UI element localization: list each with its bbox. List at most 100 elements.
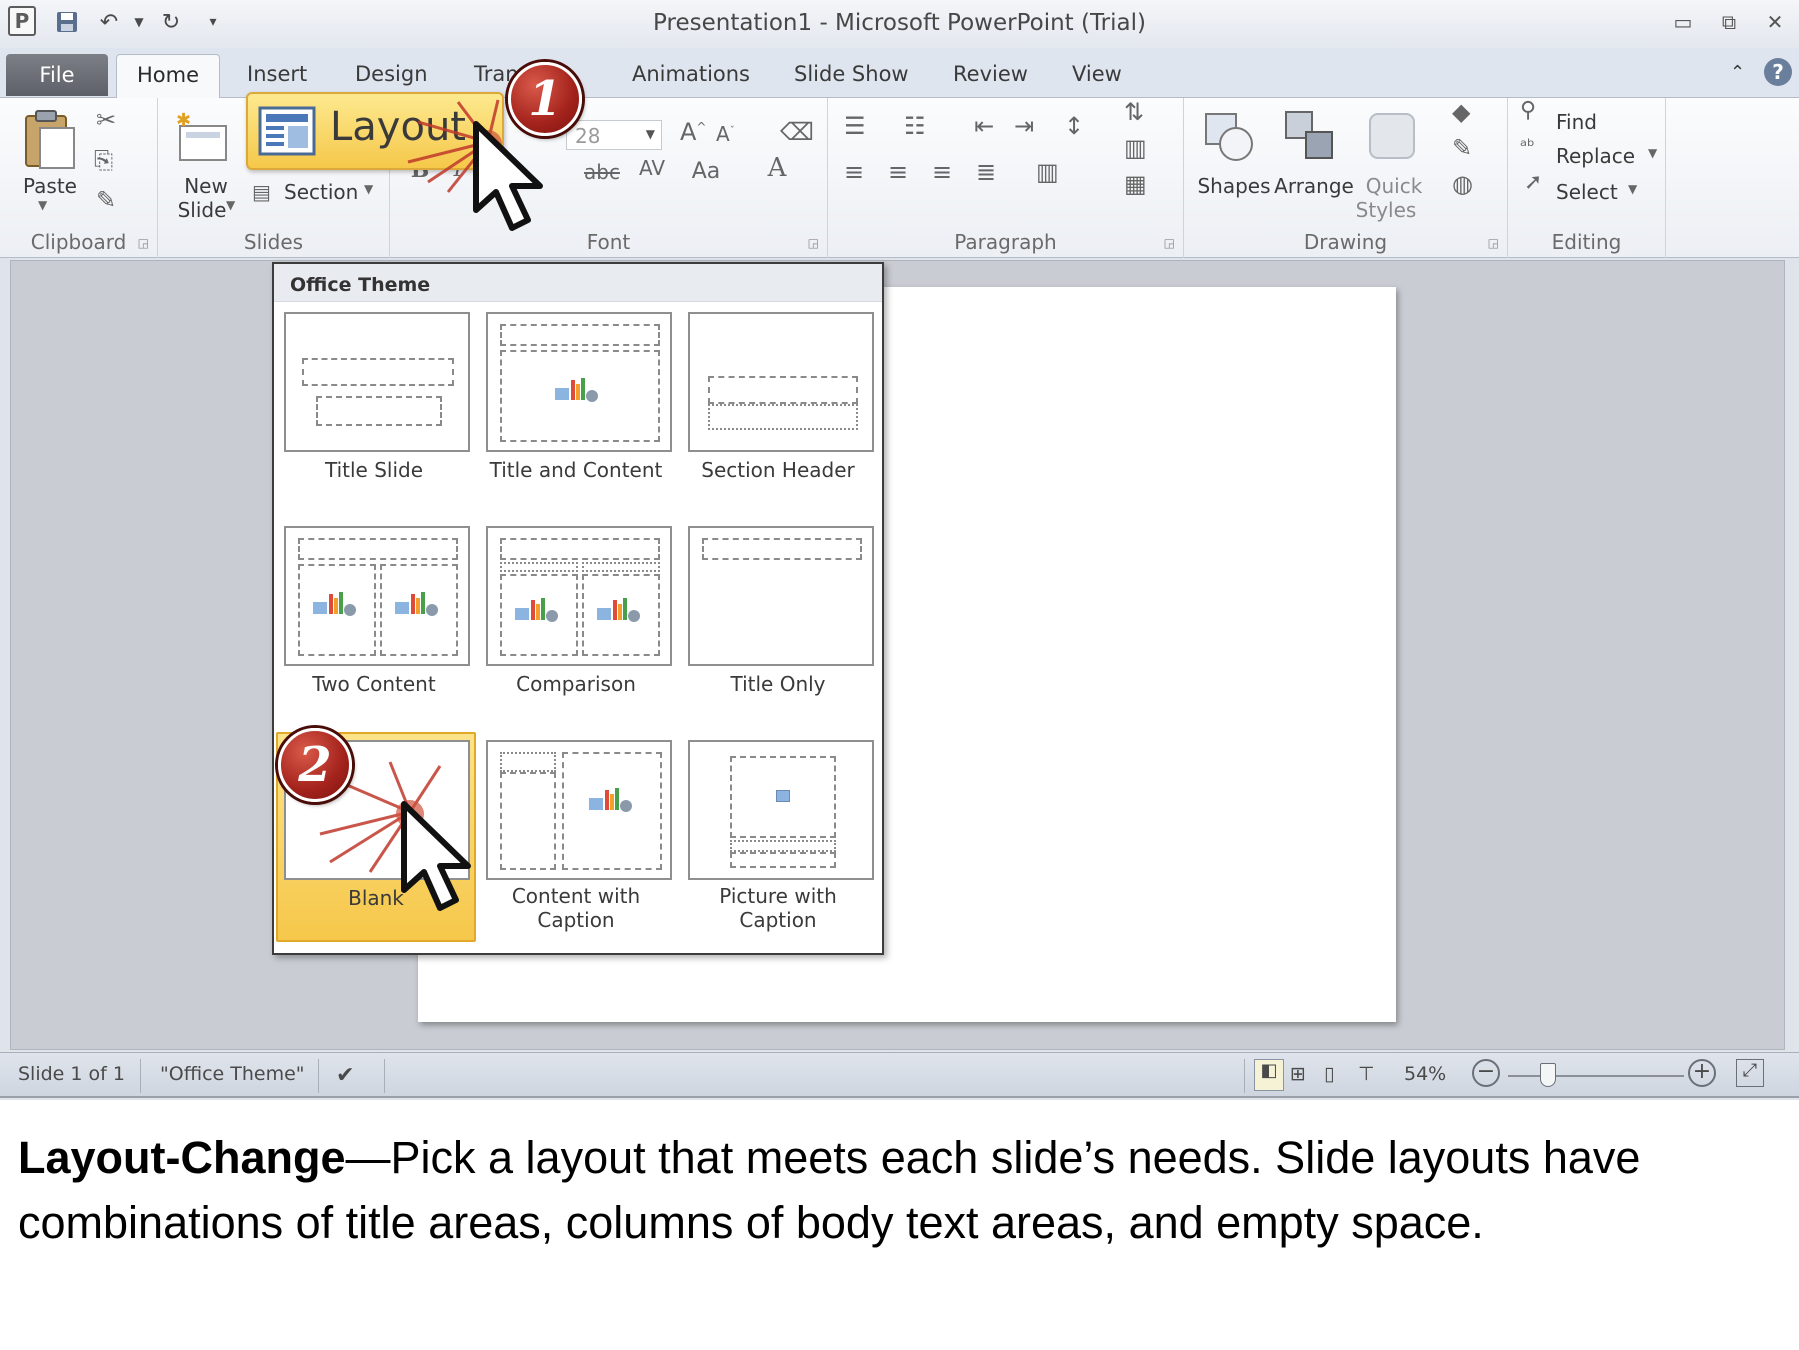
slide-sorter-icon[interactable]: ⊞ xyxy=(1290,1063,1306,1085)
tab-insert[interactable]: Insert xyxy=(247,62,307,86)
layout-two-content[interactable]: Two Content xyxy=(274,520,474,730)
replace-dropdown-icon[interactable]: ▼ xyxy=(1648,146,1657,160)
slideshow-icon[interactable]: ⊤ xyxy=(1358,1063,1375,1085)
decrease-indent-icon[interactable]: ⇤ xyxy=(974,112,994,140)
align-center-icon[interactable]: ≡ xyxy=(888,158,908,186)
tab-file[interactable]: File xyxy=(6,54,108,96)
find-icon[interactable]: ⚲ xyxy=(1520,98,1536,123)
layout-thumbnail xyxy=(688,740,874,880)
arrange-button[interactable]: Arrange xyxy=(1272,174,1356,198)
zoom-in-icon[interactable]: + xyxy=(1688,1059,1716,1087)
restore-icon[interactable]: ⧉ xyxy=(1714,10,1744,36)
tab-design[interactable]: Design xyxy=(355,62,428,86)
shape-effects-icon[interactable]: ◍ xyxy=(1452,170,1473,198)
find-button[interactable]: Find xyxy=(1556,110,1636,134)
content-icons xyxy=(555,378,598,402)
gallery-header: Office Theme xyxy=(274,264,882,302)
columns-icon[interactable]: ▥ xyxy=(1036,158,1059,186)
drawing-launcher-icon[interactable]: ◲ xyxy=(1488,236,1499,250)
numbering-icon[interactable]: ☷ xyxy=(904,112,926,140)
paragraph-group-label: Paragraph xyxy=(954,230,1057,254)
shape-outline-icon[interactable]: ✎ xyxy=(1452,134,1472,162)
layout-name: Title and Content xyxy=(489,458,663,482)
format-painter-icon[interactable]: ✎ xyxy=(96,186,116,214)
cut-icon[interactable]: ✂ xyxy=(96,106,116,134)
increase-indent-icon[interactable]: ⇥ xyxy=(1014,112,1034,140)
new-slide-icon[interactable]: ✱ xyxy=(174,112,230,164)
paragraph-launcher-icon[interactable]: ◲ xyxy=(1164,236,1175,250)
paste-button[interactable]: Paste xyxy=(10,174,90,198)
layout-thumbnail xyxy=(486,312,672,452)
quick-styles-button[interactable]: Quick xyxy=(1352,174,1436,198)
quick-styles-label-line2[interactable]: Styles xyxy=(1344,198,1428,222)
layout-section-header[interactable]: Section Header xyxy=(678,306,878,516)
minimize-ribbon-icon[interactable]: ⌃ xyxy=(1730,62,1745,83)
layout-thumbnail xyxy=(486,526,672,666)
align-left-icon[interactable]: ≡ xyxy=(844,158,864,186)
content-icons xyxy=(515,598,558,622)
layout-title-and-content[interactable]: Title and Content xyxy=(476,306,676,516)
arrange-icon[interactable] xyxy=(1282,108,1338,164)
normal-view-icon[interactable]: ◧ xyxy=(1254,1059,1284,1091)
clipboard-launcher-icon[interactable]: ◲ xyxy=(138,236,149,250)
section-icon[interactable]: ▤ xyxy=(252,180,271,204)
layout-comparison[interactable]: Comparison xyxy=(476,520,676,730)
select-icon[interactable]: ➚ xyxy=(1524,170,1542,195)
replace-icon[interactable]: ᵃᵇ xyxy=(1520,136,1535,157)
copy-icon[interactable]: ⎘ xyxy=(94,146,113,174)
powerpoint-window: P ↶ ▼ ↻ ▾ Presentation1 - Microsoft Powe… xyxy=(0,0,1799,1100)
align-right-icon[interactable]: ≡ xyxy=(932,158,952,186)
paste-icon[interactable] xyxy=(22,108,78,170)
change-case-button[interactable]: Aa xyxy=(686,160,726,184)
tab-animations[interactable]: Animations xyxy=(632,62,750,86)
shapes-icon[interactable] xyxy=(1202,108,1258,164)
fit-to-window-icon[interactable]: ⤢ xyxy=(1736,1059,1764,1087)
layout-title-slide[interactable]: Title Slide xyxy=(274,306,474,516)
smartart-icon[interactable]: ▦ xyxy=(1124,170,1147,198)
tab-slide-show[interactable]: Slide Show xyxy=(794,62,909,86)
minimize-icon[interactable]: ▭ xyxy=(1668,10,1698,36)
strikethrough-button[interactable]: abc xyxy=(582,160,622,184)
content-icons xyxy=(589,788,632,812)
font-color-button[interactable]: A xyxy=(762,155,792,181)
justify-icon[interactable]: ≣ xyxy=(976,158,996,186)
new-slide-button[interactable]: New xyxy=(166,174,246,198)
font-size-dropdown-icon[interactable]: ▼ xyxy=(646,127,655,141)
select-button[interactable]: Select xyxy=(1556,180,1636,204)
font-launcher-icon[interactable]: ◲ xyxy=(808,236,819,250)
layout-thumbnail xyxy=(284,312,470,452)
ribbon-tabs: File Home Insert Design Tran Animations … xyxy=(0,48,1799,98)
shrink-font-icon[interactable]: Aˇ xyxy=(716,122,735,146)
layout-content-with-caption[interactable]: Content with Caption xyxy=(476,734,676,944)
replace-button[interactable]: Replace xyxy=(1556,144,1646,168)
new-slide-dropdown-icon[interactable]: ▼ xyxy=(226,198,235,212)
paste-dropdown-icon[interactable]: ▼ xyxy=(38,198,47,212)
section-button[interactable]: Section xyxy=(284,180,374,204)
reading-view-icon[interactable]: ▯ xyxy=(1324,1063,1334,1085)
zoom-slider-track[interactable] xyxy=(1508,1075,1684,1077)
title-bar: P ↶ ▼ ↻ ▾ Presentation1 - Microsoft Powe… xyxy=(0,0,1799,48)
select-dropdown-icon[interactable]: ▼ xyxy=(1628,182,1637,196)
layout-title-only[interactable]: Title Only xyxy=(678,520,878,730)
quick-styles-icon[interactable] xyxy=(1364,108,1420,164)
clear-formatting-icon[interactable]: ⌫ xyxy=(780,118,814,146)
text-direction-icon[interactable]: ⇅ xyxy=(1124,98,1144,126)
shape-fill-icon[interactable]: ◆ xyxy=(1452,98,1470,126)
zoom-slider-thumb[interactable] xyxy=(1540,1063,1556,1087)
layout-picture-with-caption[interactable]: Picture with Caption xyxy=(678,734,878,944)
bullets-icon[interactable]: ☰ xyxy=(844,112,866,140)
grow-font-icon[interactable]: A^ xyxy=(680,118,706,146)
tab-view[interactable]: View xyxy=(1072,62,1122,86)
help-icon[interactable]: ? xyxy=(1764,58,1792,86)
shapes-button[interactable]: Shapes xyxy=(1192,174,1276,198)
align-text-icon[interactable]: ▥ xyxy=(1124,134,1147,162)
character-spacing-button[interactable]: AV xyxy=(632,156,672,180)
zoom-level[interactable]: 54% xyxy=(1404,1063,1446,1085)
spell-check-icon[interactable]: ✔ xyxy=(336,1063,354,1088)
zoom-out-icon[interactable]: − xyxy=(1472,1059,1500,1087)
line-spacing-icon[interactable]: ↕ xyxy=(1064,112,1084,140)
section-dropdown-icon[interactable]: ▼ xyxy=(364,182,373,196)
tab-review[interactable]: Review xyxy=(953,62,1028,86)
tab-home[interactable]: Home xyxy=(116,54,220,98)
close-icon[interactable]: ✕ xyxy=(1760,10,1790,36)
